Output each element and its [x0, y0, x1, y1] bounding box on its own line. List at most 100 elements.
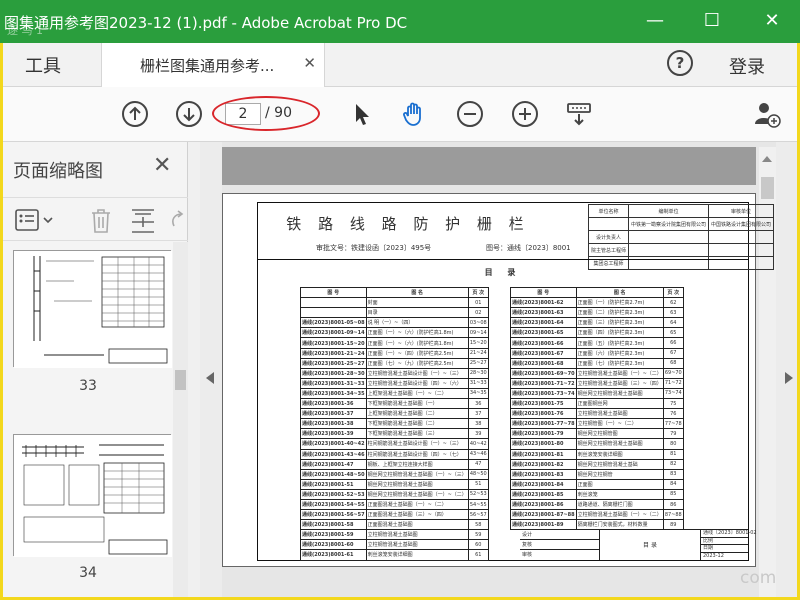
toc-cell-name: 正面图 [575, 478, 664, 490]
hand-tool-icon[interactable] [400, 100, 428, 128]
toc-cell-pg: 31~33 [467, 377, 489, 389]
toc-cell-name: 正面图（七）~（九）(防护栏高2.5m) [365, 357, 469, 369]
signature-cell: 中铁第一勘察设计院集团有限公司 [628, 217, 710, 231]
thumbnail-page-33[interactable] [13, 250, 172, 368]
toc-row: 通线(2023)8001-52~53 钢丝网立柱钢管混凝土基础图（一）~（二） 52… [300, 488, 489, 500]
toc-row: 通线(2023)8001-05~08 说 明（一）~（四） 03~08 [300, 317, 489, 329]
read-mode-icon[interactable] [565, 100, 593, 128]
toc-header-cell: 图 名 [575, 286, 664, 299]
toc-cell-name: 上框架钢筋混凝土基础图（二） [365, 408, 469, 420]
scroll-up-icon[interactable] [762, 156, 772, 162]
toc-cell-pg: 58 [467, 519, 489, 531]
toc-cell-name: 钢丝网立柱钢管混凝土基础图 [575, 387, 664, 400]
share-user-icon[interactable] [753, 100, 781, 128]
toc-cell-name: 柱间钢筋混凝土基础设计图（四）~（七） [365, 448, 469, 460]
help-icon[interactable]: ? [667, 50, 693, 76]
toc-cell-pg: 69~70 [662, 367, 684, 379]
toc-cell-code [300, 297, 367, 309]
toc-row: 通线(2023)8001-71~72 立柱钢管混凝土基础图（三）~（四） 71~72 [510, 377, 684, 389]
toc-cell-name: 立柱钢管混凝土基础图（三）~（四） [575, 377, 664, 389]
expand-right-icon[interactable] [785, 372, 793, 384]
toc-cell-name: 下框架钢筋混凝土基础图（二） [365, 418, 469, 430]
toc-cell-name: 道路通道、隔离栅栏门图 [575, 498, 664, 511]
toc-row: 通线(2023)8001-69~70 立柱钢管混凝土基础图（一）~（二） 69~70 [510, 367, 684, 379]
toc-cell-pg: 09~14 [467, 327, 489, 339]
thumbnail-scrollbar[interactable] [173, 242, 188, 597]
left-collapse-strip[interactable] [200, 142, 222, 597]
thumbnail-panel: 页面缩略图 ✕ 33 34 [3, 142, 188, 597]
zoom-in-icon[interactable] [511, 100, 539, 128]
toc-cell-code: 通线(2023)8001-67 [510, 347, 577, 359]
toc-cell-name: 正面图（一）(防护栏高2.7m) [575, 297, 664, 309]
signature-cell: 单位名称 [587, 204, 630, 218]
thumbnail-scroll-thumb[interactable] [175, 370, 186, 390]
toc-cell-name: 立柱钢管混凝土基础图 [365, 539, 469, 551]
thumbnail-page-34[interactable] [13, 434, 172, 557]
toc-row: 通线(2023)8001-83 钢丝网立柱钢管 83 [510, 468, 684, 480]
toc-cell-name: 立柱钢管图（一）~（二） [575, 418, 664, 430]
toc-cell-name: 刺丝滚笼安装详细图 [365, 549, 469, 561]
tab-tools[interactable]: 工具 [25, 52, 61, 78]
close-tab-icon[interactable]: ✕ [303, 54, 316, 72]
previous-page-icon[interactable] [121, 100, 149, 128]
toc-cell-name: 正面图（二）(防护栏高2.3m) [575, 307, 664, 319]
insert-page-icon[interactable] [130, 208, 156, 234]
toc-row: 通线(2023)8001-43~46 柱间钢筋混凝土基础设计图（四）~（七） 43~… [300, 448, 489, 460]
toc-cell-code: 通线(2023)8001-64 [510, 317, 577, 329]
toc-cell-code: 通线(2023)8001-80 [510, 438, 577, 450]
toc-cell-code: 通线(2023)8001-87~88 [510, 509, 577, 521]
toc-cell-code: 通线(2023)8001-69~70 [510, 367, 577, 379]
signature-cell: 编制单位 [628, 204, 710, 218]
toc-row: 通线(2023)8001-59 立柱钢管混凝土基础图 59 [300, 529, 489, 541]
toc-row: 通线(2023)8001-75 正面图钢丝网 75 [510, 398, 684, 410]
tab-document-label: 栅栏图集通用参考... [140, 57, 275, 75]
close-panel-icon[interactable]: ✕ [153, 153, 171, 178]
toc-cell-code: 通线(2023)8001-09~14 [300, 327, 367, 339]
tab-document[interactable]: 栅栏图集通用参考... ✕ [101, 43, 325, 87]
watermark-bottom: com [740, 568, 777, 588]
toc-cell-code: 通线(2023)8001-15~20 [300, 337, 367, 349]
rotate-page-icon[interactable] [168, 210, 186, 232]
minimize-button[interactable]: — [635, 6, 675, 36]
next-page-icon[interactable] [175, 100, 203, 128]
close-window-button[interactable]: ✕ [752, 6, 792, 36]
toc-row: 通线(2023)8001-31~33 立柱钢管混凝土基础设计图（四）~（六） 31~… [300, 377, 489, 389]
toc-cell-pg: 87~88 [662, 509, 684, 521]
login-button[interactable]: 登录 [729, 53, 765, 79]
toc-cell-name: 目录 [365, 307, 469, 319]
options-menu-icon[interactable] [15, 209, 55, 231]
toc-cell-name: 说 明（一）~（四） [365, 317, 469, 329]
maximize-button[interactable]: ☐ [692, 6, 732, 36]
toc-cell-pg: 25~27 [467, 357, 489, 369]
toc-cell-code: 通线(2023)8001-76 [510, 408, 577, 420]
toc-cell-name: 立柱钢管混凝土基础设计图（四）~（六） [365, 377, 469, 389]
toc-cell-pg: 47 [467, 458, 489, 470]
toc-cell-pg: 01 [467, 297, 489, 309]
pdf-page: 铁 路 线 路 防 护 栅 栏 审批文号：铁建设函〔2023〕495号 图号：通… [222, 193, 775, 567]
delete-page-icon[interactable] [89, 208, 113, 234]
select-cursor-icon[interactable] [348, 100, 376, 128]
toc-row: 通线(2023)8001-58 正面图混凝土基础图 58 [300, 519, 489, 531]
toc-header-cell: 图 名 [365, 286, 469, 299]
toc-header-row: 图 号图 名页 次 [300, 286, 489, 299]
toc-cell-pg: 81 [662, 448, 684, 460]
toc-row: 通线(2023)8001-15~20 正面图（一）~（六）(防护栏高1.8m) 15… [300, 337, 489, 349]
signature-cell [708, 243, 775, 257]
toc-cell-code: 通线(2023)8001-52~53 [300, 488, 367, 500]
toc-row: 通线(2023)8001-73~74 钢丝网立柱钢管混凝土基础图 73~74 [510, 387, 684, 400]
toc-cell-code: 通线(2023)8001-60 [300, 539, 367, 551]
toc-cell-code: 通线(2023)8001-58 [300, 519, 367, 531]
toc-cell-pg: 75 [662, 398, 684, 410]
toc-cell-code: 通线(2023)8001-75 [510, 398, 577, 410]
toc-row: 通线(2023)8001-61 刺丝滚笼安装详细图 61 [300, 549, 489, 561]
toc-cell-pg: 39 [467, 428, 489, 440]
toc-cell-pg: 82 [662, 458, 684, 470]
toolbar: 2 / 90 [3, 87, 797, 142]
document-scroll-thumb[interactable] [761, 177, 774, 199]
toc-cell-code: 通线(2023)8001-62 [510, 297, 577, 309]
zoom-out-icon[interactable] [456, 100, 484, 128]
toc-row: 通线(2023)8001-25~27 正面图（七）~（九）(防护栏高2.5m) 25… [300, 357, 489, 369]
toc-cell-pg: 40~42 [467, 438, 489, 450]
right-collapse-strip[interactable] [776, 142, 797, 597]
collapse-left-icon[interactable] [206, 372, 214, 384]
